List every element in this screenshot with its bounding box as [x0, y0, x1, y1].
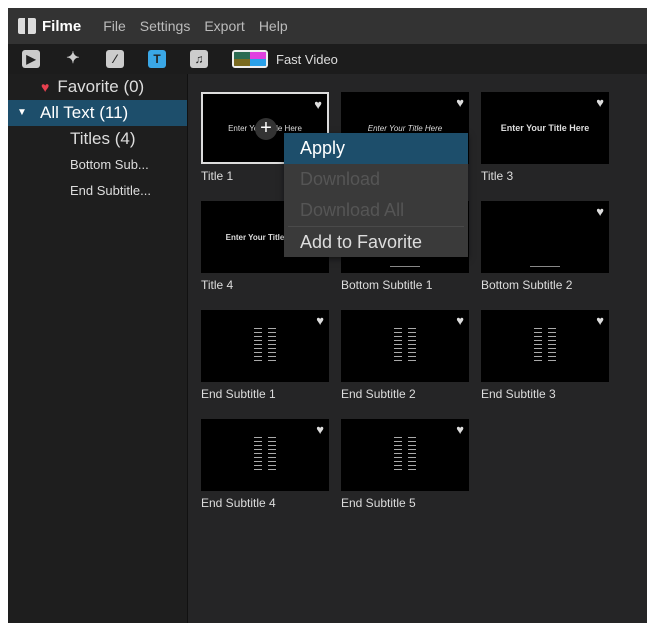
sidebar-item-favorite[interactable]: ♥ Favorite (0)	[8, 74, 187, 100]
sidebar: ♥ Favorite (0) ▼ All Text (11) Titles (4) …	[8, 74, 188, 623]
template-label: Bottom Subtitle 2	[481, 278, 573, 292]
app-name: Filme	[42, 17, 82, 35]
template-label: End Subtitle 3	[481, 387, 556, 401]
favorite-heart-icon[interactable]: ♥	[314, 97, 322, 112]
menu-item-download[interactable]: Download	[284, 164, 468, 195]
template-thumbnail[interactable]: ♥	[341, 419, 469, 491]
template-thumbnail[interactable]: ♥	[201, 419, 329, 491]
template-label: Title 4	[201, 278, 234, 292]
template-thumbnail[interactable]: Enter Your Title Here ♥	[481, 92, 609, 164]
template-label: End Subtitle 2	[341, 387, 416, 401]
fast-video-icon	[232, 50, 268, 68]
menu-help[interactable]: Help	[259, 18, 288, 34]
app-logo: Filme	[18, 18, 81, 35]
template-thumbnail[interactable]: ♥	[481, 201, 609, 273]
template-thumbnail[interactable]: ♥	[341, 310, 469, 382]
template-thumbnail[interactable]: ♥	[201, 310, 329, 382]
template-card[interactable]: ♥ End Subtitle 3	[481, 310, 609, 401]
media-icon[interactable]: ▶	[22, 50, 40, 68]
expand-triangle-icon[interactable]: ▼	[17, 100, 27, 126]
template-thumbnail[interactable]: ♥	[481, 310, 609, 382]
text-icon[interactable]: T	[148, 50, 166, 68]
favorite-label: Favorite (0)	[57, 77, 145, 96]
template-card[interactable]: ♥ End Subtitle 5	[341, 419, 469, 510]
menu-settings[interactable]: Settings	[140, 18, 191, 34]
template-card[interactable]: ♥ End Subtitle 1	[201, 310, 329, 401]
fast-video-label: Fast Video	[276, 51, 338, 67]
scrolling-credits-preview	[394, 328, 416, 364]
sidebar-item-end-subtitles[interactable]: End Subtitle...	[8, 178, 187, 204]
favorite-heart-icon[interactable]: ♥	[316, 313, 324, 328]
transition-icon[interactable]: ⁄	[106, 50, 124, 68]
favorite-heart-icon[interactable]: ♥	[456, 95, 464, 110]
scrolling-credits-preview	[254, 328, 276, 364]
sidebar-item-titles[interactable]: Titles (4)	[8, 126, 187, 152]
film-icon	[18, 18, 36, 34]
favorite-heart-icon[interactable]: ♥	[596, 204, 604, 219]
toolbar: ▶ ✦ ⁄ T ♫ Fast Video	[8, 44, 647, 74]
menu-item-add-to-favorite[interactable]: Add to Favorite	[284, 227, 468, 258]
template-card[interactable]: ♥ End Subtitle 2	[341, 310, 469, 401]
favorite-heart-icon[interactable]: ♥	[456, 422, 464, 437]
template-card[interactable]: ♥ End Subtitle 4	[201, 419, 329, 510]
scrolling-credits-preview	[254, 437, 276, 473]
title-bar: Filme File Settings Export Help	[8, 8, 647, 44]
template-label: Bottom Subtitle 1	[341, 278, 433, 292]
template-label: End Subtitle 5	[341, 496, 416, 510]
favorite-heart-icon[interactable]: ♥	[316, 422, 324, 437]
subtitle-preview	[530, 266, 560, 267]
menu-file[interactable]: File	[103, 18, 126, 34]
sidebar-item-all-text[interactable]: ▼ All Text (11)	[8, 100, 187, 126]
favorite-heart-icon[interactable]: ♥	[596, 95, 604, 110]
template-label: Title 3	[481, 169, 514, 183]
menu-item-apply[interactable]: Apply	[284, 133, 468, 164]
fast-video-button[interactable]: Fast Video	[232, 50, 338, 68]
music-icon[interactable]: ♫	[190, 50, 208, 68]
template-label: End Subtitle 4	[201, 496, 276, 510]
template-label: End Subtitle 1	[201, 387, 276, 401]
heart-icon: ♥	[41, 79, 50, 95]
thumbnail-text: Enter Your Title Here	[367, 123, 443, 133]
context-menu: Apply Download Download All Add to Favor…	[284, 133, 468, 257]
thumbnail-text: Enter Your Title Here	[500, 123, 590, 133]
sidebar-item-bottom-subtitles[interactable]: Bottom Sub...	[8, 152, 187, 178]
template-card[interactable]: ♥ Bottom Subtitle 2	[481, 201, 609, 292]
scrolling-credits-preview	[394, 437, 416, 473]
add-plus-icon[interactable]: +	[255, 118, 277, 140]
scrolling-credits-preview	[534, 328, 556, 364]
template-card[interactable]: Enter Your Title Here ♥ Title 3	[481, 92, 609, 183]
app-window: Filme File Settings Export Help ▶ ✦ ⁄ T …	[8, 8, 647, 623]
subtitle-preview	[390, 266, 420, 267]
all-text-label: All Text (11)	[40, 103, 129, 122]
favorite-heart-icon[interactable]: ♥	[596, 313, 604, 328]
effects-icon[interactable]: ✦	[64, 50, 82, 68]
menu-item-download-all[interactable]: Download All	[284, 195, 468, 226]
favorite-heart-icon[interactable]: ♥	[456, 313, 464, 328]
menu-export[interactable]: Export	[204, 18, 244, 34]
